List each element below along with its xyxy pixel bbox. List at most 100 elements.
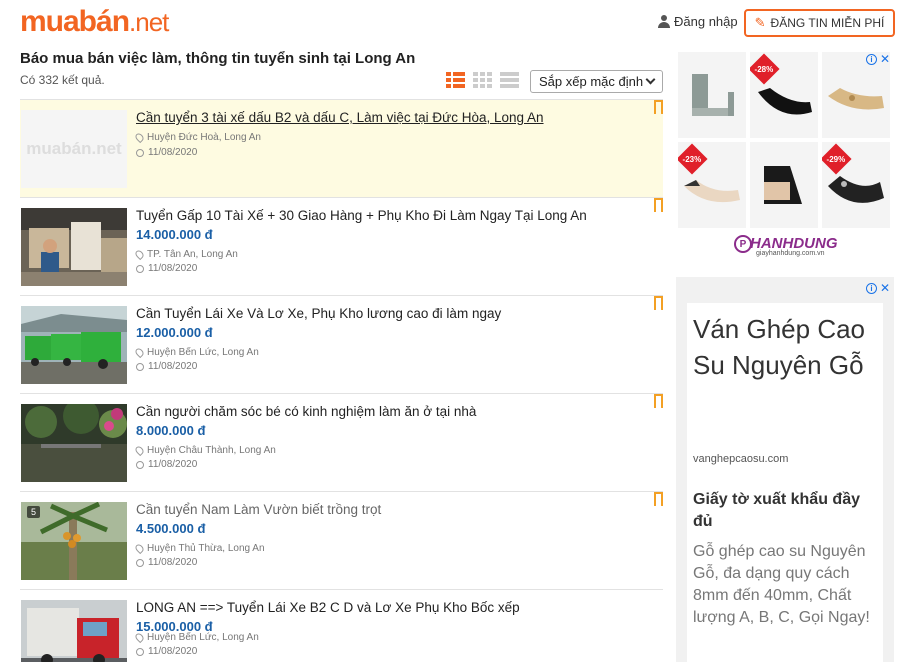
text-ad-banner[interactable]: Ván Ghép Cao Su Nguyên Gỗ vanghepcaosu.c… (676, 277, 894, 662)
listing-thumbnail[interactable] (21, 208, 127, 286)
login-link[interactable]: Đăng nhập (658, 14, 738, 29)
listing-price: 4.500.000 đ (136, 521, 206, 536)
discount-text: -29% (826, 154, 846, 164)
location-pin-icon (133, 631, 146, 644)
date-text: 11/08/2020 (148, 147, 198, 158)
listing-title[interactable]: Tuyển Gấp 10 Tài Xế + 30 Giao Hàng + Phụ… (136, 208, 587, 223)
listing-location: Huyện Đức Hoà, Long An (133, 131, 261, 144)
bookmark-icon[interactable] (654, 100, 663, 115)
grid-view-icon[interactable] (473, 72, 492, 90)
shoe-product-grid: -28% -23% -29% (678, 52, 890, 228)
shoe-product-image[interactable]: -29% (822, 142, 890, 228)
bookmark-icon[interactable] (654, 492, 663, 507)
ad-subheadline: Giấy tờ xuất khẩu đầy đủ (693, 491, 860, 530)
listing-title[interactable]: Cần tuyển Nam Làm Vườn biết trồng trọt (136, 502, 381, 517)
location-text: Huyện Đức Hoà, Long An (147, 132, 261, 143)
listing-item[interactable]: Cần người chăm sóc bé có kinh nghiệm làm… (20, 393, 663, 491)
shoe-product-image[interactable] (750, 142, 818, 228)
listing-location: TP. Tân An, Long An (133, 248, 238, 261)
listing-item[interactable]: muabán.net Cần tuyển 3 tài xế dấu B2 và … (20, 99, 663, 197)
listing-item[interactable]: LONG AN ==> Tuyển Lái Xe B2 C D và Lơ Xe… (20, 589, 663, 662)
bookmark-icon[interactable] (654, 296, 663, 311)
shoe-ad-banner[interactable]: -28% -23% -29% P HANHDUNG giayhanhdung.c… (676, 48, 894, 266)
listing-price: 12.000.000 đ (136, 325, 213, 340)
bookmark-icon[interactable] (654, 394, 663, 409)
date-text: 11/08/2020 (148, 361, 198, 372)
listing-title[interactable]: Cần Tuyển Lái Xe Và Lơ Xe, Phụ Kho lương… (136, 306, 501, 321)
listing-thumbnail[interactable] (21, 306, 127, 384)
user-icon (658, 15, 670, 28)
listing-thumbnail[interactable] (21, 404, 127, 482)
location-text: Huyện Châu Thành, Long An (147, 445, 276, 456)
hanhdung-logo[interactable]: P HANHDUNG giayhanhdung.com.vn (734, 235, 838, 257)
clock-icon (136, 362, 144, 371)
shoe-product-image[interactable] (678, 52, 746, 138)
hanhdung-logo-icon: P (734, 235, 752, 253)
listing-item[interactable]: Tuyển Gấp 10 Tài Xế + 30 Giao Hàng + Phụ… (20, 197, 663, 295)
listing-item[interactable]: 5 Cần tuyển Nam Làm Vườn biết trồng trọt… (20, 491, 663, 589)
close-icon[interactable]: ✕ (880, 281, 890, 295)
listing-item[interactable]: Cần Tuyển Lái Xe Và Lơ Xe, Phụ Kho lương… (20, 295, 663, 393)
sort-selected-label: Sắp xếp mặc định (539, 74, 644, 89)
site-logo[interactable]: muabán.net (20, 5, 169, 39)
ad-choices[interactable]: i ✕ (865, 52, 890, 66)
listing-date: 11/08/2020 (136, 263, 197, 274)
listing-location: Huyện Bến Lức, Long An (133, 631, 259, 644)
view-toggle (446, 72, 519, 90)
location-text: Huyện Thủ Thừa, Long An (147, 543, 265, 554)
date-text: 11/08/2020 (148, 459, 198, 470)
listing-location: Huyện Bến Lức, Long An (133, 346, 259, 359)
location-pin-icon (133, 346, 146, 359)
ad-body-text: Gỗ ghép cao su Nguyên Gỗ, đa dạng quy cá… (693, 543, 870, 626)
listing-date: 11/08/2020 (136, 459, 197, 470)
logo-main-text: muabán (20, 5, 130, 38)
post-button-label: ĐĂNG TIN MIỄN PHÍ (770, 16, 885, 30)
photo-count-badge: 5 (27, 506, 41, 518)
listing-title[interactable]: Cần tuyển 3 tài xế dấu B2 và dấu C, Làm … (136, 110, 544, 125)
result-count: Có 332 kết quả. (20, 73, 105, 87)
location-text: TP. Tân An, Long An (147, 249, 238, 260)
location-text: Huyện Bến Lức, Long An (147, 347, 259, 358)
listing-date: 11/08/2020 (136, 646, 197, 657)
listing-date: 11/08/2020 (136, 557, 197, 568)
listing-price: 8.000.000 đ (136, 423, 206, 438)
list-view-icon[interactable] (446, 72, 465, 90)
listing-thumbnail[interactable] (21, 600, 127, 662)
page-title: Báo mua bán việc làm, thông tin tuyển si… (20, 50, 416, 67)
ad-choices[interactable]: i ✕ (865, 281, 890, 295)
listing-title[interactable]: LONG AN ==> Tuyển Lái Xe B2 C D và Lơ Xe… (136, 600, 520, 615)
date-text: 11/08/2020 (148, 646, 198, 657)
close-icon[interactable]: ✕ (880, 52, 890, 66)
pencil-icon: ✎ (754, 15, 766, 30)
listing-thumbnail-placeholder[interactable]: muabán.net (21, 110, 127, 188)
location-pin-icon (133, 444, 146, 457)
rows-view-icon[interactable] (500, 72, 519, 90)
ad-url[interactable]: vanghepcaosu.com (693, 453, 788, 465)
chevron-down-icon (645, 74, 656, 85)
shoe-product-image[interactable]: -28% (750, 52, 818, 138)
listing-title[interactable]: Cần người chăm sóc bé có kinh nghiệm làm… (136, 404, 476, 419)
placeholder-logo-text: muabán.net (26, 139, 122, 158)
location-pin-icon (133, 248, 146, 261)
clock-icon (136, 264, 144, 273)
logo-tld-text: .net (129, 7, 169, 37)
info-icon[interactable]: i (865, 282, 877, 294)
post-free-ad-button[interactable]: ✎ ĐĂNG TIN MIỄN PHÍ (744, 9, 895, 37)
location-pin-icon (133, 542, 146, 555)
info-icon[interactable]: i (865, 53, 877, 65)
shoe-product-image[interactable]: -23% (678, 142, 746, 228)
listing-location: Huyện Thủ Thừa, Long An (133, 542, 265, 555)
clock-icon (136, 647, 144, 656)
listing-location: Huyện Châu Thành, Long An (133, 444, 276, 457)
listing-thumbnail[interactable]: 5 (21, 502, 127, 580)
location-pin-icon (133, 131, 146, 144)
login-label: Đăng nhập (674, 14, 738, 29)
bookmark-icon[interactable] (654, 198, 663, 213)
ad-headline[interactable]: Ván Ghép Cao Su Nguyên Gỗ (693, 311, 873, 383)
listing-list: muabán.net Cần tuyển 3 tài xế dấu B2 và … (20, 99, 663, 662)
site-header: muabán.net Đăng nhập ✎ ĐĂNG TIN MIỄN PHÍ (0, 0, 900, 44)
sort-dropdown[interactable]: Sắp xếp mặc định (530, 70, 663, 93)
discount-text: -28% (754, 64, 774, 74)
listing-price: 14.000.000 đ (136, 227, 213, 242)
clock-icon (136, 460, 144, 469)
